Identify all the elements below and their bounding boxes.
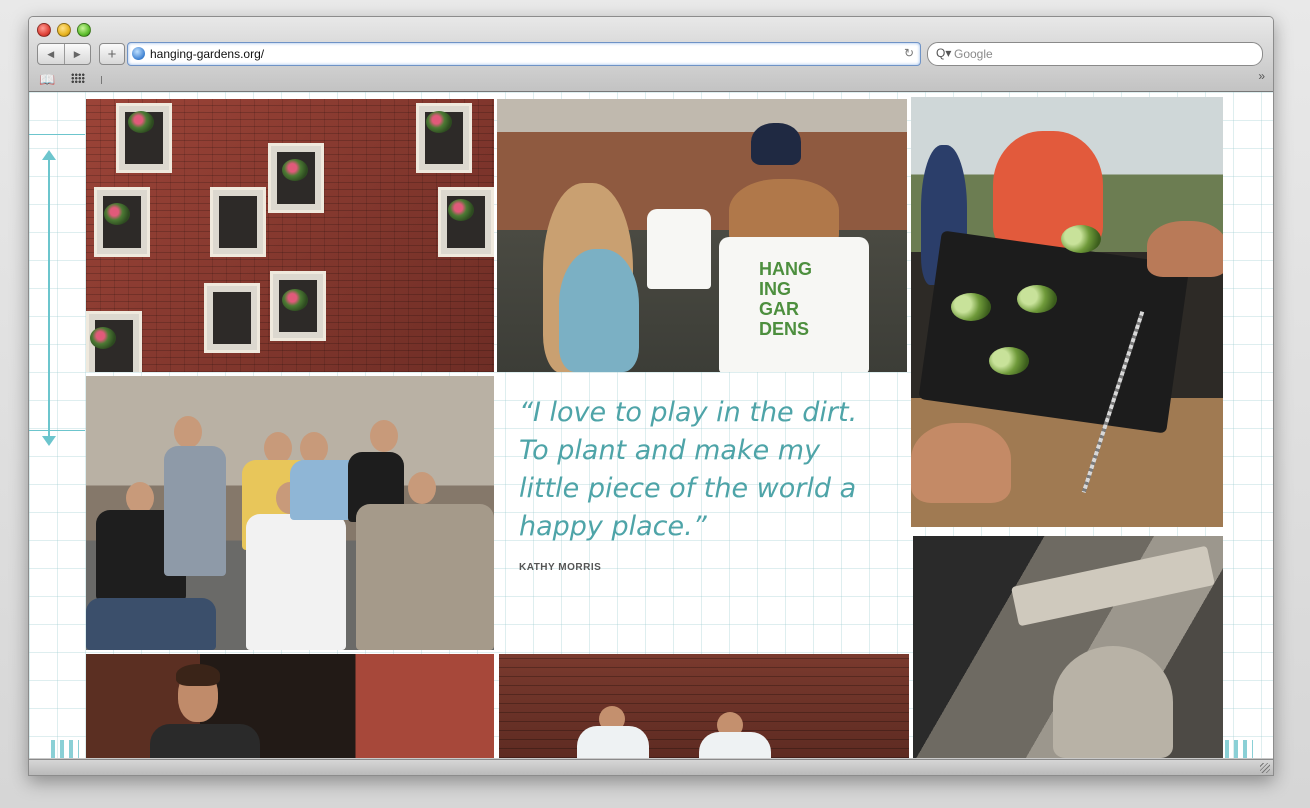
photo-man-window[interactable] — [86, 654, 494, 758]
window — [210, 187, 266, 257]
reload-icon[interactable]: ↻ — [904, 46, 914, 60]
search-icon[interactable]: Q▾ — [936, 46, 951, 60]
person-head — [370, 420, 398, 452]
volunteer-shirt — [559, 249, 639, 372]
seedling — [951, 293, 991, 321]
crew-shirt — [699, 732, 771, 758]
person-head — [174, 416, 202, 448]
person-head — [408, 472, 436, 504]
bookmarks-bar-divider — [101, 76, 102, 84]
bookmarks-icon[interactable]: 📖 — [39, 72, 55, 88]
window — [204, 283, 260, 353]
quote-author: KATHY MORRIS — [519, 562, 602, 573]
history-buttons: ◀ ▶ — [37, 43, 91, 65]
second-tshirt — [647, 209, 711, 289]
ruler-line-bottom — [29, 430, 85, 431]
seedling — [989, 347, 1029, 375]
testimonial-quote: “I love to play in the dirt. To plant an… — [519, 394, 879, 573]
status-bar — [29, 759, 1273, 775]
ruler-line-top — [29, 134, 85, 135]
photo-crew-shirts[interactable] — [499, 654, 909, 758]
person-body — [246, 514, 346, 650]
add-bookmark-button[interactable]: + — [99, 43, 125, 65]
man-body — [150, 724, 260, 758]
barcode-right-icon — [1225, 740, 1253, 758]
zoom-window-button[interactable] — [77, 23, 91, 37]
search-field[interactable]: Q▾ Google — [927, 42, 1263, 66]
photo-brick-building[interactable] — [86, 99, 494, 372]
page-content: HANG ING GAR DENS “I love to play in the… — [29, 92, 1273, 758]
flower-planter — [282, 159, 308, 181]
address-bar[interactable]: hanging-gardens.org/ ↻ — [127, 42, 921, 66]
photo-tshirt-volunteers[interactable]: HANG ING GAR DENS — [497, 99, 907, 372]
hand — [1147, 221, 1223, 277]
resize-grip-icon[interactable] — [1260, 763, 1270, 773]
back-button[interactable]: ◀ — [38, 44, 64, 64]
browser-window: ◀ ▶ + hanging-gardens.org/ ↻ Q▾ Google 📖… — [28, 16, 1274, 776]
flower-planter — [128, 111, 154, 133]
person-body — [164, 446, 226, 576]
height-ruler-arrow-icon — [42, 150, 56, 446]
flower-planter — [90, 327, 116, 349]
quote-text: “I love to play in the dirt. To plant an… — [519, 397, 858, 542]
man-hair — [176, 664, 220, 686]
address-input[interactable]: hanging-gardens.org/ — [150, 47, 264, 61]
search-input[interactable]: Google — [954, 47, 993, 61]
carved-cornice — [1011, 545, 1215, 627]
person-legs — [86, 598, 216, 650]
flower-planter — [448, 199, 474, 221]
person-body — [356, 504, 494, 650]
tshirt-print-text: HANG ING GAR DENS — [759, 259, 812, 339]
close-window-button[interactable] — [37, 23, 51, 37]
flower-planter — [282, 289, 308, 311]
photo-planting[interactable] — [911, 97, 1223, 527]
photo-stone-sculpture[interactable] — [913, 536, 1223, 758]
flower-planter — [104, 203, 130, 225]
carved-figure — [1053, 646, 1173, 758]
seedling — [1017, 285, 1057, 313]
crew-shirt — [577, 726, 649, 758]
seedling — [1061, 225, 1101, 253]
globe-icon — [132, 47, 145, 60]
photo-crowd[interactable] — [86, 376, 494, 650]
minimize-window-button[interactable] — [57, 23, 71, 37]
baseball-cap — [751, 123, 801, 165]
barcode-left-icon — [51, 740, 79, 758]
browser-toolbar: ◀ ▶ + hanging-gardens.org/ ↻ Q▾ Google 📖… — [29, 17, 1273, 92]
forward-button[interactable]: ▶ — [63, 44, 91, 64]
window — [438, 187, 494, 257]
flower-planter — [426, 111, 452, 133]
top-sites-grid-icon[interactable] — [71, 73, 85, 83]
bookmarks-overflow-icon[interactable]: » — [1258, 69, 1265, 83]
hand — [911, 423, 1011, 503]
